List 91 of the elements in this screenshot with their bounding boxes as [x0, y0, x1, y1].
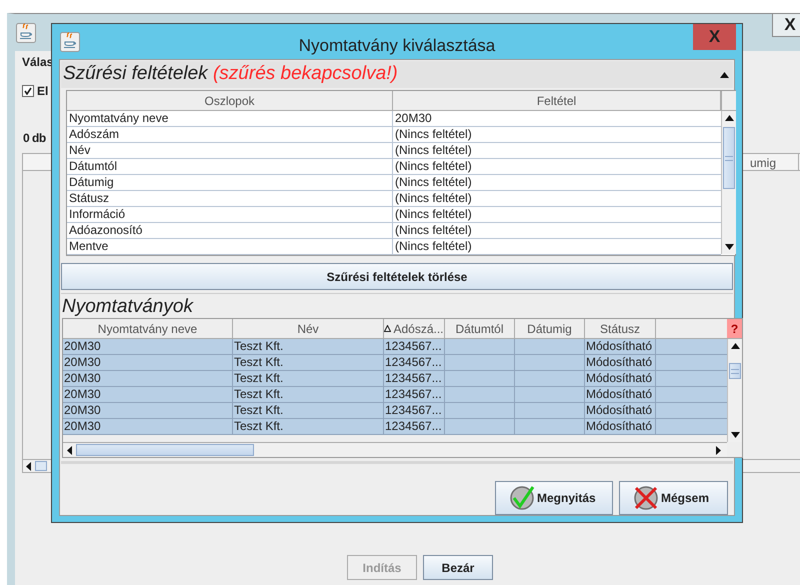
table-cell: Módosítható	[585, 371, 656, 386]
scroll-up-icon[interactable]	[724, 115, 734, 121]
help-button[interactable]: ?	[727, 319, 742, 339]
checkbox-label: El	[37, 83, 48, 100]
vertical-scrollbar[interactable]	[727, 339, 742, 442]
table-cell: 20M30	[63, 387, 233, 402]
scroll-down-icon[interactable]	[730, 432, 740, 438]
table-cell: Adóazonosító	[67, 223, 393, 238]
column-header[interactable]: Dátumtól	[445, 319, 515, 338]
count-label: 0 db	[23, 130, 46, 147]
table-cell: Információ	[67, 207, 393, 222]
section-title: Szűrési feltételek (szűrés bekapcsolva!)	[63, 62, 398, 86]
section-header[interactable]: Szűrési feltételek (szűrés bekapcsolva!)	[61, 61, 733, 88]
table-cell: Módosítható	[585, 403, 656, 418]
table-cell: 20M30	[63, 355, 233, 370]
table-row[interactable]: 20M30 Teszt Kft. 1234567... Módosítható	[63, 387, 727, 403]
close-button[interactable]: X	[772, 13, 800, 37]
app-icon[interactable]	[60, 32, 80, 52]
table-cell: 1234567...	[384, 387, 445, 402]
scroll-left-icon[interactable]	[26, 462, 31, 470]
table-cell[interactable]: (Nincs feltétel)	[393, 191, 721, 206]
close-button[interactable]: X	[693, 24, 736, 50]
table-cell: 1234567...	[384, 339, 445, 354]
checkbox[interactable]	[22, 85, 34, 97]
vertical-scrollbar[interactable]	[721, 111, 736, 254]
table-cell: Teszt Kft.	[233, 355, 384, 370]
column-header[interactable]: Név	[233, 319, 384, 338]
table-cell: Adószám	[67, 127, 393, 142]
table-cell[interactable]: (Nincs feltétel)	[393, 223, 721, 238]
table-cell: Dátumtól	[67, 159, 393, 174]
table-cell[interactable]: (Nincs feltétel)	[393, 239, 721, 254]
table-cell: 1234567...	[384, 403, 445, 418]
table-cell: 20M30	[63, 403, 233, 418]
table-cell: Teszt Kft.	[233, 339, 384, 354]
column-header[interactable]: Dátumig	[515, 319, 585, 338]
table-cell: 20M30	[63, 339, 233, 354]
scroll-up-icon[interactable]	[730, 343, 740, 349]
check-icon	[509, 485, 535, 511]
scroll-right-icon[interactable]	[716, 446, 721, 454]
dialog-title: Nyomtatvány kiválasztása	[298, 35, 496, 57]
open-button[interactable]: Megnyitás	[495, 481, 613, 515]
table-cell: 1234567...	[384, 419, 445, 434]
table-row[interactable]: 20M30 Teszt Kft. 1234567... Módosítható	[63, 339, 727, 355]
column-header[interactable]: Nyomtatvány neve	[63, 319, 233, 338]
table-cell: Státusz	[67, 191, 393, 206]
table-cell: Teszt Kft.	[233, 403, 384, 418]
column-header[interactable]: Oszlopok	[67, 91, 393, 110]
table-cell: Mentve	[67, 239, 393, 254]
scrollbar-thumb[interactable]	[729, 363, 741, 379]
scrollbar-thumb[interactable]	[76, 444, 254, 456]
table-cell[interactable]: (Nincs feltétel)	[393, 207, 721, 222]
table-cell: Módosítható	[585, 387, 656, 402]
table-cell: 1234567...	[384, 371, 445, 386]
scrollbar-thumb[interactable]	[35, 461, 47, 471]
table-row[interactable]: 20M30 Teszt Kft. 1234567... Módosítható	[63, 403, 727, 419]
cross-icon	[633, 485, 659, 511]
table-cell: Dátumig	[67, 175, 393, 190]
table-cell: Teszt Kft.	[233, 371, 384, 386]
table-row[interactable]: 20M30 Teszt Kft. 1234567... Módosítható	[63, 371, 727, 387]
scroll-down-icon[interactable]	[724, 244, 734, 250]
table-cell: 1234567...	[384, 355, 445, 370]
table-cell: Módosítható	[585, 419, 656, 434]
table-cell: Név	[67, 143, 393, 158]
table-cell[interactable]: (Nincs feltétel)	[393, 143, 721, 158]
section-title: Nyomtatványok	[61, 296, 194, 318]
table-cell: Módosítható	[585, 355, 656, 370]
scroll-left-icon[interactable]	[67, 446, 72, 454]
table-row[interactable]: 20M30 Teszt Kft. 1234567... Módosítható	[63, 355, 727, 371]
column-header[interactable]: Adószá...	[384, 319, 445, 338]
table-cell: Teszt Kft.	[233, 387, 384, 402]
scrollbar-thumb[interactable]	[723, 127, 735, 189]
app-icon[interactable]	[16, 22, 36, 42]
table-cell: Módosítható	[585, 339, 656, 354]
column-header: umig	[749, 154, 799, 170]
checkmark-icon	[24, 87, 32, 95]
horizontal-scrollbar[interactable]	[63, 442, 727, 457]
clear-filters-button[interactable]: Szűrési feltételek törlése	[61, 263, 733, 290]
table-row[interactable]: 20M30 Teszt Kft. 1234567... Módosítható	[63, 419, 727, 435]
column-header[interactable]: Státusz	[585, 319, 656, 338]
cancel-button[interactable]: Mégsem	[619, 481, 728, 515]
table-cell[interactable]: (Nincs feltétel)	[393, 127, 721, 142]
collapse-icon[interactable]	[720, 72, 729, 78]
table-cell: Teszt Kft.	[233, 419, 384, 434]
table-cell: 20M30	[63, 371, 233, 386]
sort-icon	[384, 325, 392, 332]
table-cell: Nyomtatvány neve	[67, 111, 393, 126]
table-cell[interactable]: 20M30	[393, 111, 721, 126]
dialog-button[interactable]: Bezár	[423, 555, 493, 580]
table-cell[interactable]: (Nincs feltétel)	[393, 175, 721, 190]
table-cell[interactable]: (Nincs feltétel)	[393, 159, 721, 174]
table-cell: 20M30	[63, 419, 233, 434]
